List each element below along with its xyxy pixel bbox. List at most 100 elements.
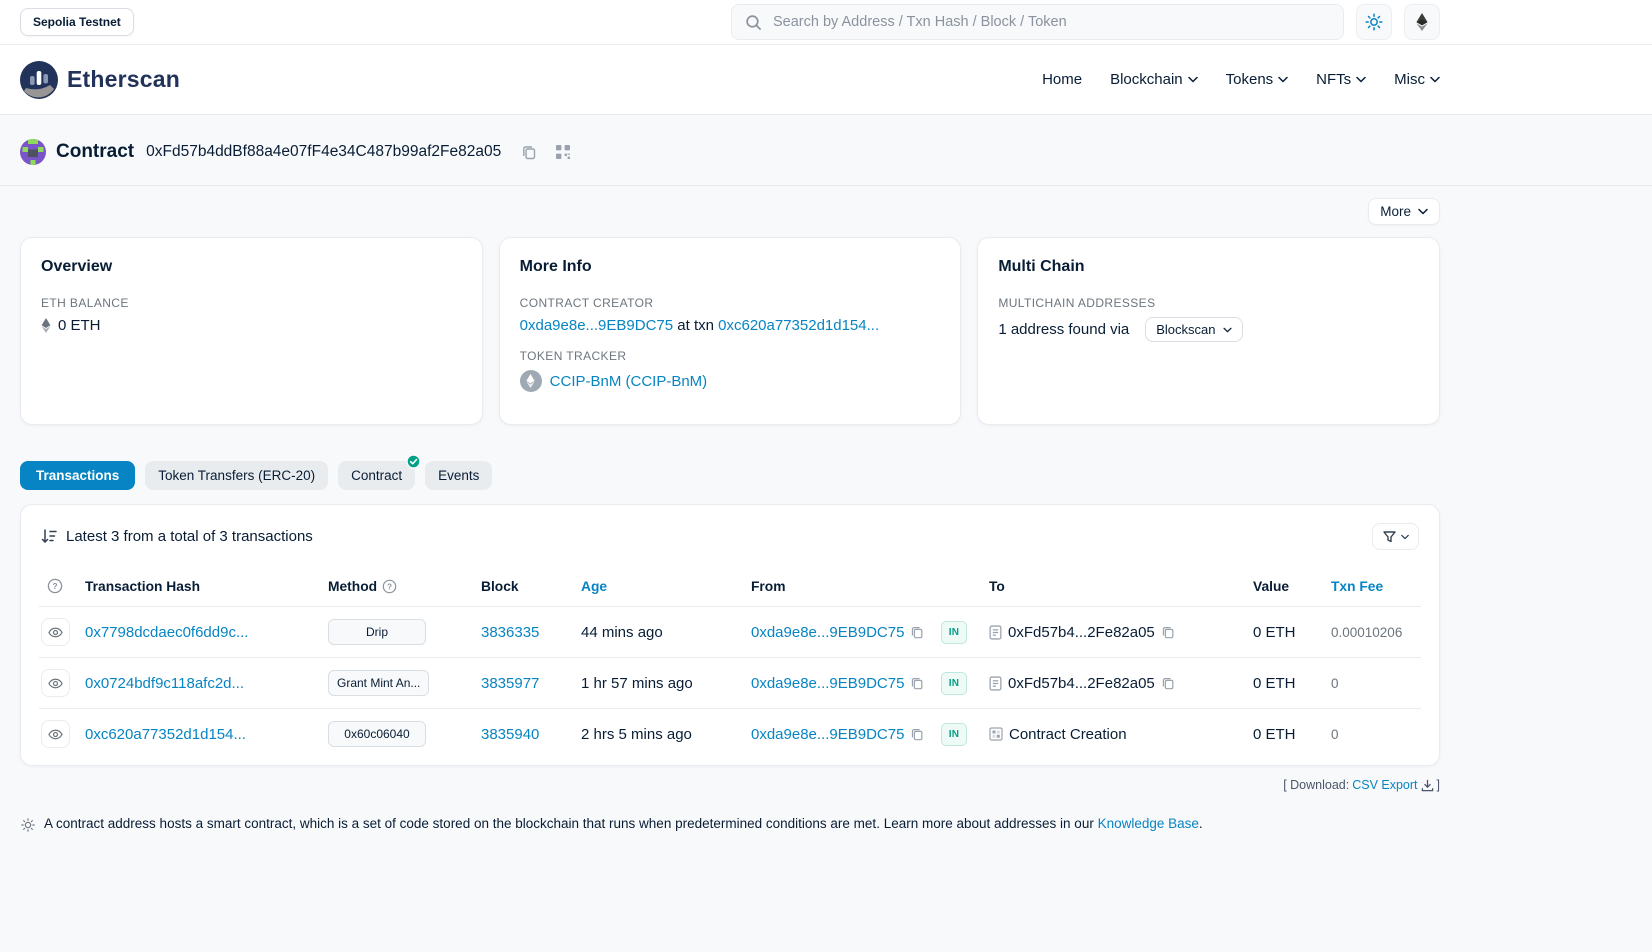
col-header-age[interactable]: Age xyxy=(581,579,751,594)
tab-contract[interactable]: Contract xyxy=(338,461,415,490)
brand-name: Etherscan xyxy=(67,66,180,93)
theme-toggle-button[interactable] xyxy=(1356,4,1392,40)
card-title: More Info xyxy=(520,258,941,276)
tab-token-transfers[interactable]: Token Transfers (ERC-20) xyxy=(145,461,328,490)
address-identicon xyxy=(20,139,46,165)
chevron-down-icon xyxy=(1418,208,1428,215)
from-address-link[interactable]: 0xda9e8e...9EB9DC75 xyxy=(751,726,904,743)
download-prefix: [ Download: xyxy=(1283,778,1349,792)
tab-transactions[interactable]: Transactions xyxy=(20,461,135,490)
nav-misc[interactable]: Misc xyxy=(1394,71,1440,88)
token-tracker-link[interactable]: CCIP-BnM (CCIP-BnM) xyxy=(550,373,708,390)
table-header-row: ? Transaction Hash Method ? Block Age Fr… xyxy=(39,566,1421,606)
method-badge: Drip xyxy=(328,619,426,645)
network-badge[interactable]: Sepolia Testnet xyxy=(20,8,134,36)
col-header-from: From xyxy=(751,579,941,594)
contract-footnote: A contract address hosts a smart contrac… xyxy=(20,816,1440,833)
ethereum-icon xyxy=(1414,13,1430,31)
help-circle-icon[interactable]: ? xyxy=(382,579,397,594)
main-nav: Home Blockchain Tokens NFTs Misc xyxy=(1042,71,1440,88)
chevron-down-icon xyxy=(1278,76,1288,83)
contract-creation-icon xyxy=(989,727,1003,741)
eye-icon xyxy=(48,678,63,689)
age-text: 44 mins ago xyxy=(581,624,663,641)
nav-blockchain[interactable]: Blockchain xyxy=(1110,71,1198,88)
from-address-link[interactable]: 0xda9e8e...9EB9DC75 xyxy=(751,675,904,692)
preview-txn-button[interactable] xyxy=(41,669,70,697)
eye-icon xyxy=(48,627,63,638)
etherscan-logo[interactable]: Etherscan xyxy=(20,61,180,99)
copy-icon[interactable] xyxy=(1161,625,1175,639)
more-info-card: More Info CONTRACT CREATOR 0xda9e8e...9E… xyxy=(499,237,962,425)
nav-home[interactable]: Home xyxy=(1042,71,1082,88)
svg-text:?: ? xyxy=(52,581,57,591)
block-link[interactable]: 3835977 xyxy=(481,675,539,692)
chevron-down-icon xyxy=(1430,76,1440,83)
col-header-fee[interactable]: Txn Fee xyxy=(1331,579,1421,594)
direction-badge: IN xyxy=(941,621,967,644)
tab-events[interactable]: Events xyxy=(425,461,492,490)
footnote-text: A contract address hosts a smart contrac… xyxy=(44,816,1094,831)
value-text: 0 ETH xyxy=(1253,624,1296,641)
multichain-addresses-label: MULTICHAIN ADDRESSES xyxy=(998,296,1419,310)
copy-icon[interactable] xyxy=(1161,676,1175,690)
col-header-to: To xyxy=(989,579,1253,594)
network-switch-button[interactable] xyxy=(1404,4,1440,40)
block-link[interactable]: 3835940 xyxy=(481,726,539,743)
nav-tokens[interactable]: Tokens xyxy=(1226,71,1289,88)
qr-code-button[interactable] xyxy=(553,142,573,162)
preview-txn-button[interactable] xyxy=(41,720,70,748)
csv-export-link[interactable]: CSV Export xyxy=(1352,778,1417,792)
txn-hash-link[interactable]: 0xc620a77352d1d154... xyxy=(85,726,246,743)
etherscan-logo-icon xyxy=(20,61,58,99)
col-header-method: Method ? xyxy=(328,579,481,594)
copy-icon[interactable] xyxy=(910,727,924,741)
sun-icon xyxy=(1365,13,1383,31)
copy-icon xyxy=(521,144,537,160)
value-text: 0 ETH xyxy=(1253,726,1296,743)
contract-address: 0xFd57b4ddBf88a4e07fF4e34C487b99af2Fe82a… xyxy=(146,143,501,161)
qr-code-icon xyxy=(555,144,571,160)
svg-text:?: ? xyxy=(387,582,392,591)
more-dropdown-button[interactable]: More xyxy=(1368,198,1440,225)
knowledge-base-link[interactable]: Knowledge Base xyxy=(1098,816,1199,831)
txn-hash-link[interactable]: 0x0724bdf9c118afc2d... xyxy=(85,675,244,692)
contract-title-section: Contract 0xFd57b4ddBf88a4e07fF4e34C487b9… xyxy=(0,115,1652,186)
download-suffix: ] xyxy=(1437,778,1440,792)
page-title: Contract xyxy=(56,141,134,163)
to-address: Contract Creation xyxy=(1009,726,1127,743)
search-input[interactable] xyxy=(771,13,1330,31)
help-circle-icon[interactable]: ? xyxy=(47,578,63,594)
copy-icon[interactable] xyxy=(910,625,924,639)
txn-fee-text: 0 xyxy=(1331,676,1339,691)
preview-txn-button[interactable] xyxy=(41,618,70,646)
to-address[interactable]: 0xFd57b4...2Fe82a05 xyxy=(1008,675,1155,692)
direction-badge: IN xyxy=(941,672,967,695)
to-address[interactable]: 0xFd57b4...2Fe82a05 xyxy=(1008,624,1155,641)
direction-badge: IN xyxy=(941,723,967,746)
filter-button[interactable] xyxy=(1372,523,1419,550)
token-tracker-value: CCIP-BnM (CCIP-BnM) xyxy=(520,370,941,392)
age-text: 1 hr 57 mins ago xyxy=(581,675,693,692)
nav-nfts[interactable]: NFTs xyxy=(1316,71,1366,88)
download-icon xyxy=(1421,779,1434,792)
from-address-link[interactable]: 0xda9e8e...9EB9DC75 xyxy=(751,624,904,641)
token-logo-icon xyxy=(520,370,542,392)
creation-txn-link[interactable]: 0xc620a77352d1d154... xyxy=(718,317,879,334)
tab-bar: Transactions Token Transfers (ERC-20) Co… xyxy=(20,461,1440,490)
blockscan-dropdown-button[interactable]: Blockscan xyxy=(1145,317,1242,342)
col-header-hash: Transaction Hash xyxy=(85,579,328,594)
chevron-down-icon xyxy=(1188,76,1198,83)
copy-icon[interactable] xyxy=(910,676,924,690)
txn-fee-text: 0 xyxy=(1331,727,1339,742)
card-title: Multi Chain xyxy=(998,258,1419,276)
creator-connector-text: at txn xyxy=(677,317,714,334)
creator-address-link[interactable]: 0xda9e8e...9EB9DC75 xyxy=(520,317,673,334)
copy-address-button[interactable] xyxy=(519,142,539,162)
txn-hash-link[interactable]: 0x7798dcdaec0f6dd9c... xyxy=(85,624,248,641)
chevron-down-icon xyxy=(1223,327,1232,333)
value-text: 0 ETH xyxy=(1253,675,1296,692)
block-link[interactable]: 3836335 xyxy=(481,624,539,641)
method-badge: 0x60c06040 xyxy=(328,721,426,747)
search-box[interactable] xyxy=(731,4,1344,40)
